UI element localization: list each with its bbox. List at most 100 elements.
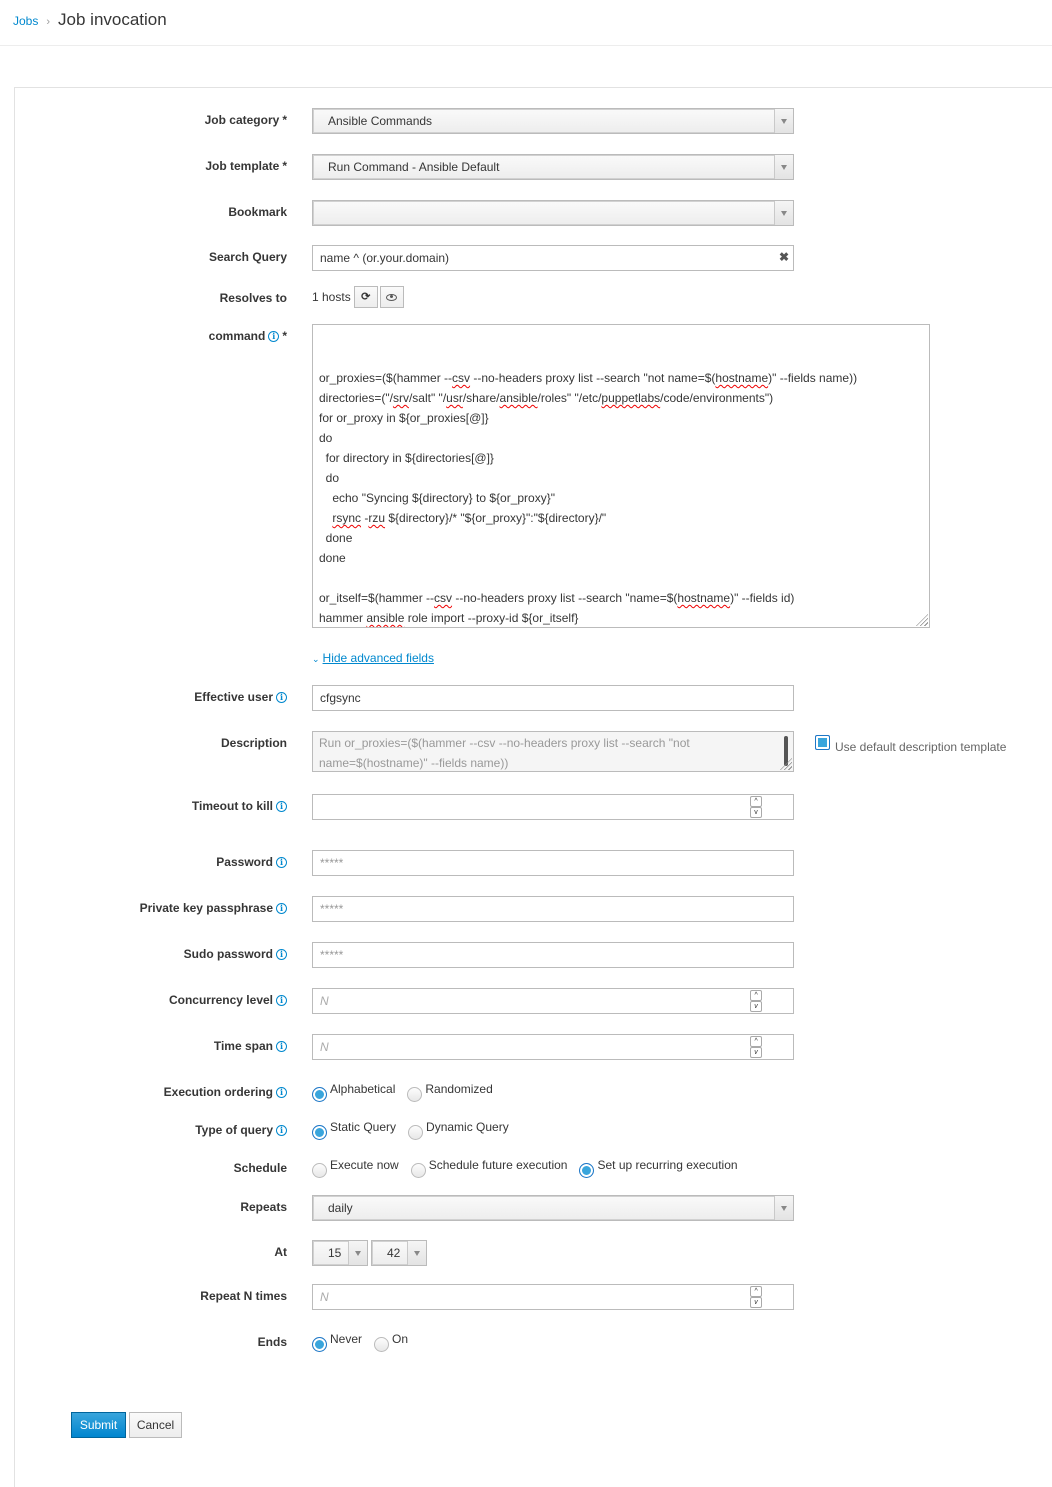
job-template-label-text: Job template [205, 159, 280, 173]
at-hour-select[interactable]: 15 [312, 1240, 368, 1266]
description-value: Run or_proxies=($(hammer --csv --no-head… [319, 736, 690, 770]
password-input[interactable]: ***** [312, 850, 794, 876]
command-line: done [319, 531, 353, 545]
spinner-down-icon[interactable]: v [750, 1047, 762, 1058]
password-placeholder: ***** [320, 856, 344, 870]
radio-selected-icon[interactable] [312, 1125, 327, 1140]
scrollbar[interactable] [784, 736, 788, 766]
spinner-up-icon[interactable]: ^ [750, 1036, 762, 1047]
description-label: Description [221, 736, 287, 750]
checkbox-checked[interactable] [815, 735, 830, 750]
search-query-input[interactable]: name ^ (or.your.domain) ✖ [312, 245, 794, 271]
chevron-down-icon[interactable] [774, 109, 793, 133]
radio-unselected-icon[interactable] [407, 1087, 423, 1102]
number-spinner[interactable]: ^ v [750, 1036, 762, 1058]
spinner-up-icon[interactable]: ^ [750, 1286, 762, 1297]
radio-option[interactable]: Dynamic Query [408, 1120, 509, 1140]
effective-user-label: Effective user i [194, 690, 287, 704]
radio-option-label: Execute now [330, 1158, 399, 1172]
hide-advanced-fields-label[interactable]: Hide advanced fields [323, 651, 434, 665]
clear-icon[interactable]: ✖ [779, 250, 789, 264]
description-label-text: Description [220, 736, 287, 750]
command-line: echo "Syncing ${directory} to ${or_proxy… [319, 491, 555, 505]
radio-option-label: Set up recurring execution [597, 1158, 738, 1172]
spinner-up-icon[interactable]: ^ [750, 796, 762, 807]
spinner-up-icon[interactable]: ^ [750, 990, 762, 1001]
info-icon[interactable]: i [276, 856, 287, 868]
radio-unselected-icon[interactable] [374, 1337, 390, 1352]
type-of-query-label: Type of query i [195, 1123, 287, 1137]
radio-option[interactable]: Schedule future execution [410, 1158, 567, 1178]
radio-option[interactable]: Execute now [312, 1158, 399, 1178]
ends-label-text: Ends [257, 1335, 287, 1349]
repeat-n-times-input[interactable]: N ^ v [312, 1284, 794, 1310]
breadcrumb-jobs-link[interactable]: Jobs [13, 14, 38, 28]
number-spinner[interactable]: ^ v [750, 990, 762, 1012]
cancel-button[interactable]: Cancel [129, 1412, 182, 1438]
at-label: At [274, 1245, 287, 1259]
sudo-password-label-text: Sudo password [183, 947, 273, 961]
chevron-down-icon[interactable] [407, 1241, 426, 1265]
radio-selected-icon[interactable] [312, 1087, 327, 1102]
radio-option-label: Randomized [425, 1082, 493, 1096]
job-template-select[interactable]: Run Command - Ansible Default [312, 154, 794, 180]
radio-option[interactable]: Static Query [312, 1120, 396, 1140]
spinner-down-icon[interactable]: v [750, 1297, 762, 1308]
hide-advanced-fields-link[interactable]: ⌄ Hide advanced fields [312, 651, 434, 665]
timeout-input[interactable]: ^ v [312, 794, 794, 820]
info-icon[interactable]: i [276, 691, 287, 703]
radio-unselected-icon[interactable] [410, 1163, 426, 1178]
bookmark-select[interactable] [312, 200, 794, 226]
radio-unselected-icon[interactable] [312, 1163, 327, 1178]
form-panel [14, 87, 1052, 1487]
schedule-radio-group: Execute now Schedule future execution Set … [312, 1158, 750, 1178]
chevron-down-icon[interactable] [774, 155, 793, 179]
radio-unselected-icon[interactable] [408, 1125, 424, 1140]
effective-user-label-text: Effective user [194, 690, 273, 704]
preview-hosts-button[interactable] [379, 286, 404, 308]
effective-user-input[interactable]: cfgsync [312, 685, 794, 711]
job-category-select[interactable]: Ansible Commands [312, 108, 794, 134]
repeats-select[interactable]: daily [312, 1195, 794, 1221]
refresh-hosts-button[interactable]: ⟳ [353, 286, 378, 308]
radio-option[interactable]: Set up recurring execution [579, 1158, 738, 1178]
chevron-down-icon[interactable] [348, 1241, 367, 1265]
submit-button[interactable]: Submit [71, 1412, 126, 1438]
number-spinner[interactable]: ^ v [750, 1286, 762, 1308]
schedule-label-text: Schedule [233, 1161, 287, 1175]
info-icon[interactable]: i [276, 1040, 287, 1052]
radio-selected-icon[interactable] [312, 1337, 327, 1352]
number-spinner[interactable]: ^ v [750, 796, 762, 818]
radio-option[interactable]: On [374, 1332, 408, 1352]
radio-option[interactable]: Randomized [407, 1082, 493, 1102]
resolved-hosts-count: 1 hosts [312, 290, 351, 304]
chevron-down-icon[interactable] [774, 201, 793, 225]
info-icon[interactable]: i [276, 994, 287, 1006]
chevron-down-icon[interactable] [774, 1196, 793, 1220]
info-icon[interactable]: i [268, 330, 280, 342]
eye-icon [386, 293, 398, 301]
radio-option[interactable]: Alphabetical [312, 1082, 395, 1102]
at-minute-select[interactable]: 42 [371, 1240, 427, 1266]
info-icon[interactable]: i [276, 902, 287, 914]
info-icon[interactable]: i [276, 1124, 287, 1136]
concurrency-level-input[interactable]: N ^ v [312, 988, 794, 1014]
info-icon[interactable]: i [276, 1086, 287, 1098]
description-textarea[interactable]: Run or_proxies=($(hammer --csv --no-head… [312, 731, 794, 772]
spinner-down-icon[interactable]: v [750, 807, 762, 818]
private-key-passphrase-input[interactable]: ***** [312, 896, 794, 922]
use-default-description-checkbox[interactable]: Use default description template [815, 735, 1006, 754]
type-of-query-radio-group: Static Query Dynamic Query [312, 1120, 521, 1140]
time-span-input[interactable]: N ^ v [312, 1034, 794, 1060]
info-icon[interactable]: i [276, 948, 287, 960]
concurrency-level-label: Concurrency level i [169, 993, 287, 1007]
command-label-text: command [208, 329, 266, 343]
sudo-password-input[interactable]: ***** [312, 942, 794, 968]
radio-option[interactable]: Never [312, 1332, 362, 1352]
spinner-down-icon[interactable]: v [750, 1001, 762, 1012]
command-textarea[interactable]: or_proxies=($(hammer --csv --no-headers … [312, 324, 930, 628]
info-icon[interactable]: i [276, 800, 287, 812]
search-query-label: Search Query [209, 250, 287, 264]
radio-selected-icon[interactable] [579, 1163, 595, 1178]
page-title: Job invocation [58, 10, 167, 29]
